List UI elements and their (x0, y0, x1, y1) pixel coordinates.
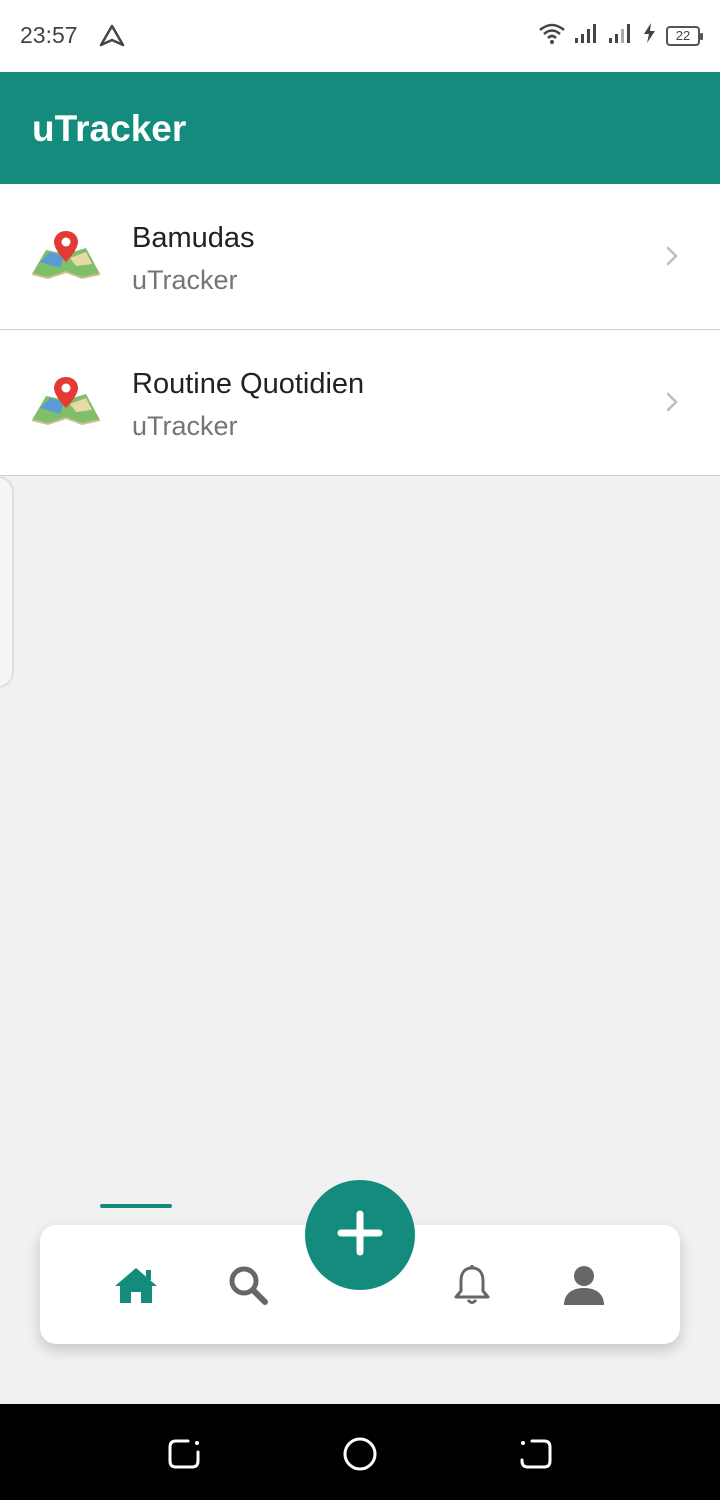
list-item-title: Routine Quotidien (132, 368, 365, 400)
add-icon (337, 1210, 383, 1261)
nav-search-button[interactable] (224, 1263, 272, 1311)
list-item[interactable]: Bamudas uTracker (0, 184, 720, 330)
map-pin-icon (30, 374, 102, 435)
edge-drawer-handle[interactable] (0, 476, 14, 688)
charging-icon (642, 22, 658, 49)
home-circle-icon[interactable] (342, 1436, 378, 1472)
app-bar: uTracker (0, 72, 720, 184)
back-icon[interactable] (518, 1436, 554, 1472)
nav-home-button[interactable] (112, 1263, 160, 1311)
add-tracker-button[interactable] (305, 1180, 415, 1290)
tracker-list: Bamudas uTracker Routine Quotidien uTrac… (0, 184, 720, 476)
battery-icon: 22 (666, 25, 703, 46)
signal-icon (574, 22, 600, 49)
wifi-icon (538, 22, 566, 49)
profile-icon (563, 1264, 605, 1311)
active-tab-indicator (100, 1204, 172, 1208)
nav-notifications-button[interactable] (448, 1263, 496, 1311)
status-time: 23:57 (20, 22, 78, 48)
search-icon (227, 1264, 269, 1311)
status-icons: 22 (538, 22, 703, 49)
home-icon (113, 1265, 159, 1310)
navigation-arrow-icon (99, 24, 125, 53)
list-item-subtitle: uTracker (132, 411, 238, 441)
list-item-subtitle: uTracker (132, 265, 238, 295)
bell-icon (453, 1264, 491, 1311)
chevron-right-icon (666, 392, 678, 417)
app-title: uTracker (32, 108, 187, 149)
status-bar: 23:57 22 (0, 0, 720, 72)
list-item-title: Bamudas (132, 222, 255, 254)
nav-profile-button[interactable] (560, 1263, 608, 1311)
system-nav-bar (0, 1404, 720, 1500)
signal-icon (608, 22, 634, 49)
list-item[interactable]: Routine Quotidien uTracker (0, 330, 720, 476)
battery-level: 22 (675, 28, 691, 43)
chevron-right-icon (666, 246, 678, 271)
map-pin-icon (30, 228, 102, 289)
recent-apps-icon[interactable] (166, 1436, 202, 1472)
